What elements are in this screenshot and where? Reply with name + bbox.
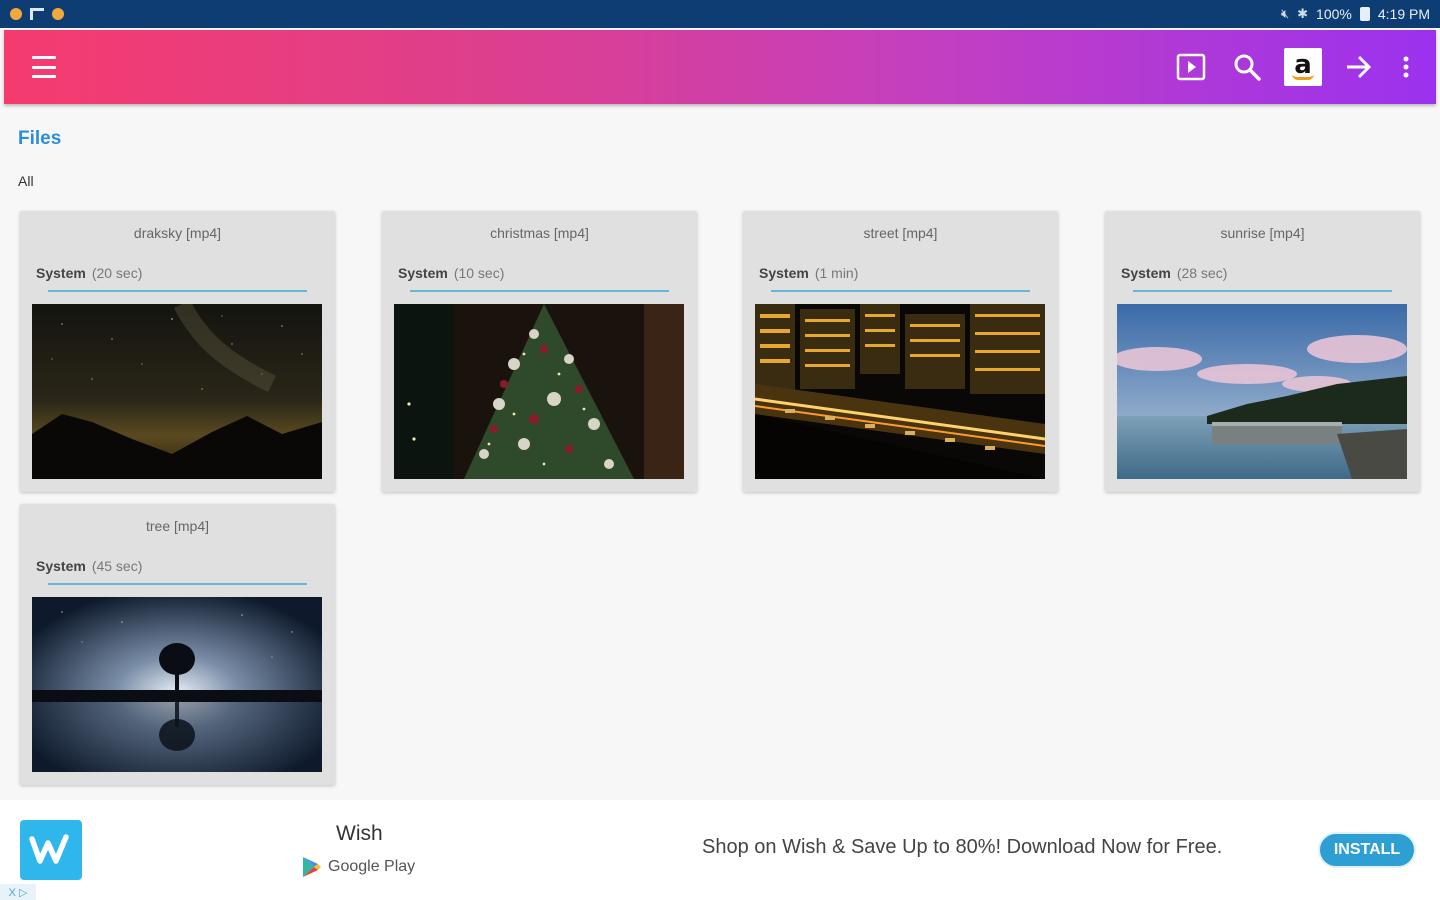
- file-card-draksky[interactable]: draksky [mp4] System (20 sec): [20, 211, 335, 492]
- amazon-icon[interactable]: a: [1284, 48, 1322, 86]
- ad-text[interactable]: Shop on Wish & Save Up to 80%! Download …: [702, 836, 1222, 859]
- flipboard-icon: [30, 8, 44, 20]
- file-duration: (45 sec): [91, 558, 143, 574]
- status-bar: 🔇︎ ✱ 100% 4:19 PM: [0, 0, 1440, 28]
- file-meta: System (10 sec): [398, 265, 504, 281]
- progress-line: [48, 290, 307, 292]
- file-name: christmas [mp4]: [490, 225, 589, 241]
- video-thumbnail[interactable]: [1117, 304, 1407, 479]
- video-thumbnail[interactable]: [32, 304, 322, 479]
- file-meta: System (1 min): [759, 265, 858, 281]
- app-bar: a: [4, 30, 1436, 104]
- file-meta: System (45 sec): [36, 558, 142, 574]
- progress-line: [48, 583, 307, 585]
- progress-line: [1133, 290, 1392, 292]
- bluetooth-icon: ✱: [1297, 6, 1309, 21]
- more-vert-icon[interactable]: [1396, 48, 1416, 86]
- ad-choices-icon[interactable]: X ▷: [0, 884, 36, 900]
- status-time: 4:19 PM: [1377, 6, 1430, 22]
- file-duration: (1 min): [814, 265, 859, 281]
- google-play-badge[interactable]: Google Play: [302, 856, 415, 878]
- file-card-sunrise[interactable]: sunrise [mp4] System (28 sec): [1105, 211, 1420, 492]
- video-thumbnail[interactable]: [32, 597, 322, 772]
- progress-line: [771, 290, 1030, 292]
- file-meta: System (20 sec): [36, 265, 142, 281]
- file-duration: (20 sec): [91, 265, 143, 281]
- file-name: draksky [mp4]: [133, 225, 222, 241]
- search-icon[interactable]: [1228, 48, 1266, 86]
- filter-all[interactable]: All: [18, 173, 34, 189]
- status-notifications: [10, 8, 64, 20]
- file-source: System: [36, 558, 86, 574]
- page-title: Files: [18, 128, 62, 149]
- status-system: 🔇︎ ✱ 100% 4:19 PM: [1281, 6, 1430, 22]
- battery-icon: [1359, 7, 1370, 21]
- file-meta: System (28 sec): [1121, 265, 1227, 281]
- wish-logo-icon[interactable]: [20, 820, 82, 880]
- file-source: System: [36, 265, 86, 281]
- notification-icon: [52, 8, 64, 20]
- google-play-icon: [303, 857, 321, 877]
- menu-icon[interactable]: [32, 56, 56, 78]
- mute-icon: 🔇︎: [1280, 6, 1290, 21]
- file-duration: (10 sec): [453, 265, 505, 281]
- ad-store-label: Google Play: [328, 858, 416, 875]
- file-source: System: [398, 265, 448, 281]
- file-name: tree [mp4]: [145, 518, 210, 534]
- video-thumbnail[interactable]: [394, 304, 684, 479]
- battery-percent: 100%: [1316, 6, 1352, 22]
- notification-icon: [10, 8, 22, 20]
- play-box-icon[interactable]: [1172, 48, 1210, 86]
- file-source: System: [1121, 265, 1171, 281]
- file-duration: (28 sec): [1176, 265, 1228, 281]
- file-source: System: [759, 265, 809, 281]
- file-card-christmas[interactable]: christmas [mp4] System (10 sec): [382, 211, 697, 492]
- arrow-right-icon[interactable]: [1340, 48, 1378, 86]
- file-name: street [mp4]: [863, 225, 938, 241]
- file-name: sunrise [mp4]: [1220, 225, 1305, 241]
- ad-app-name[interactable]: Wish: [336, 822, 383, 846]
- app-bar-actions: a: [1172, 44, 1416, 90]
- install-button[interactable]: INSTALL: [1318, 832, 1416, 868]
- file-card-street[interactable]: street [mp4] System (1 min): [743, 211, 1058, 492]
- video-thumbnail[interactable]: [755, 304, 1045, 479]
- progress-line: [410, 290, 669, 292]
- file-card-tree[interactable]: tree [mp4] System (45 sec): [20, 504, 335, 785]
- ad-banner[interactable]: Wish Google Play Shop on Wish & Save Up …: [0, 800, 1440, 900]
